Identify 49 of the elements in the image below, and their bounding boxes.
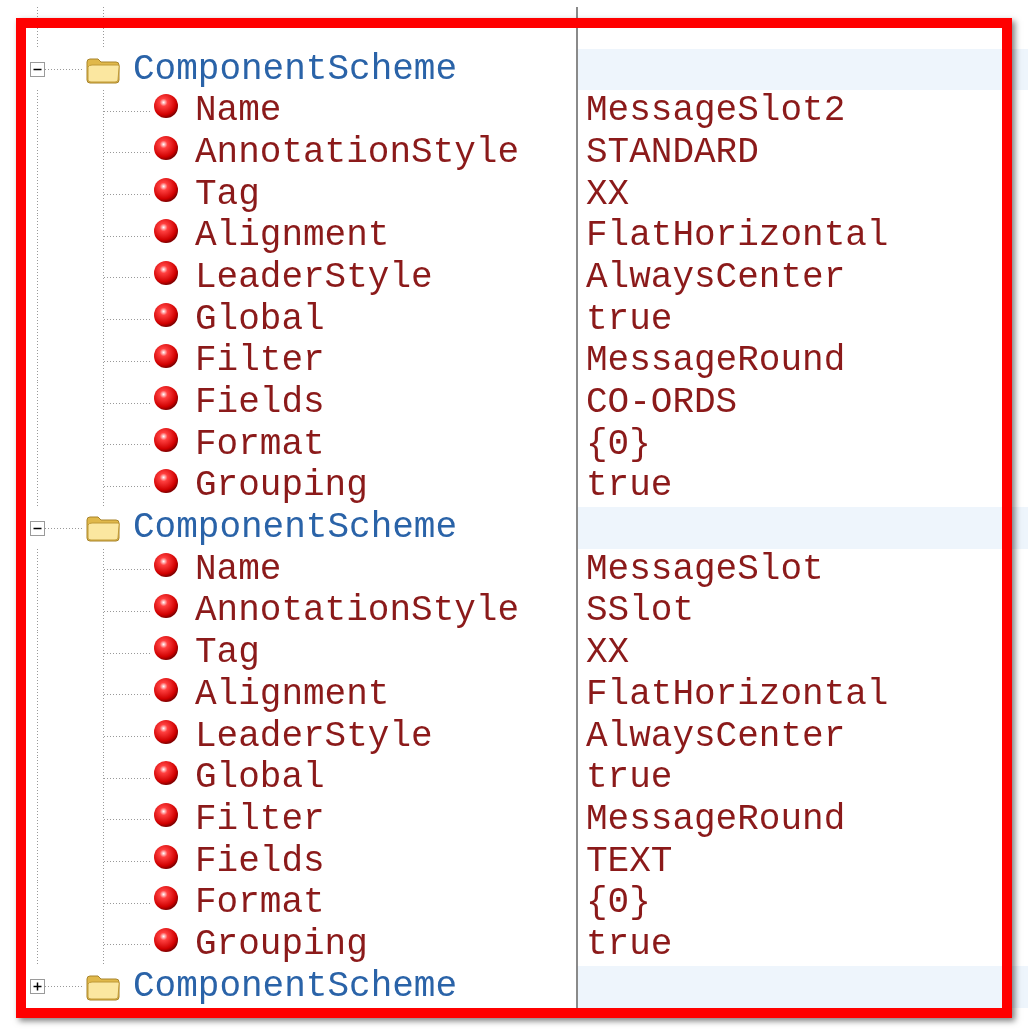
property-value: MessageSlot [586, 551, 824, 588]
property-name: LeaderStyle [195, 259, 433, 296]
property-name: Filter [195, 801, 325, 838]
property-value: STANDARD [586, 134, 759, 171]
collapse-icon[interactable] [30, 62, 45, 78]
property-value: true [586, 468, 673, 505]
property-name: AnnotationStyle [195, 134, 520, 171]
property-value: {0} [586, 885, 651, 922]
property-value: XX [586, 176, 630, 213]
property-value: FlatHorizontal [586, 676, 889, 713]
property-value: MessageSlot2 [586, 93, 846, 130]
property-name: Tag [195, 635, 260, 672]
property-value: FlatHorizontal [586, 218, 889, 255]
property-value: true [586, 301, 673, 338]
collapse-icon[interactable] [30, 520, 45, 536]
property-name: Format [195, 426, 325, 463]
folder-icon [85, 55, 121, 84]
property-name: Global [195, 301, 325, 338]
property-value: {0} [586, 426, 651, 463]
property-name: Filter [195, 343, 325, 380]
property-name: Grouping [195, 468, 368, 505]
property-value: MessageRound [586, 801, 846, 838]
property-name: Tag [195, 176, 260, 213]
folder-icon [85, 972, 121, 1001]
property-value: AlwaysCenter [586, 259, 846, 296]
property-value: CO-ORDS [586, 385, 738, 422]
property-value: TEXT [586, 843, 673, 880]
property-name: Fields [195, 843, 325, 880]
property-value: SSlot [586, 593, 695, 630]
property-name: AnnotationStyle [195, 593, 520, 630]
property-name: Alignment [195, 218, 390, 255]
property-value: AlwaysCenter [586, 718, 846, 755]
property-name: Alignment [195, 676, 390, 713]
property-value: true [586, 760, 673, 797]
folder-icon [85, 514, 121, 543]
property-name: Fields [195, 385, 325, 422]
group-label[interactable]: ComponentScheme [133, 968, 458, 1005]
expand-icon[interactable] [30, 979, 45, 995]
property-name: Name [195, 93, 282, 130]
group-label[interactable]: ComponentScheme [133, 510, 458, 547]
property-value: XX [586, 635, 630, 672]
property-name: Grouping [195, 926, 368, 963]
property-value: true [586, 926, 673, 963]
property-value: MessageRound [586, 343, 846, 380]
property-name: Global [195, 760, 325, 797]
group-label[interactable]: ComponentScheme [133, 51, 458, 88]
property-name: Name [195, 551, 282, 588]
property-name: Format [195, 885, 325, 922]
property-name: LeaderStyle [195, 718, 433, 755]
